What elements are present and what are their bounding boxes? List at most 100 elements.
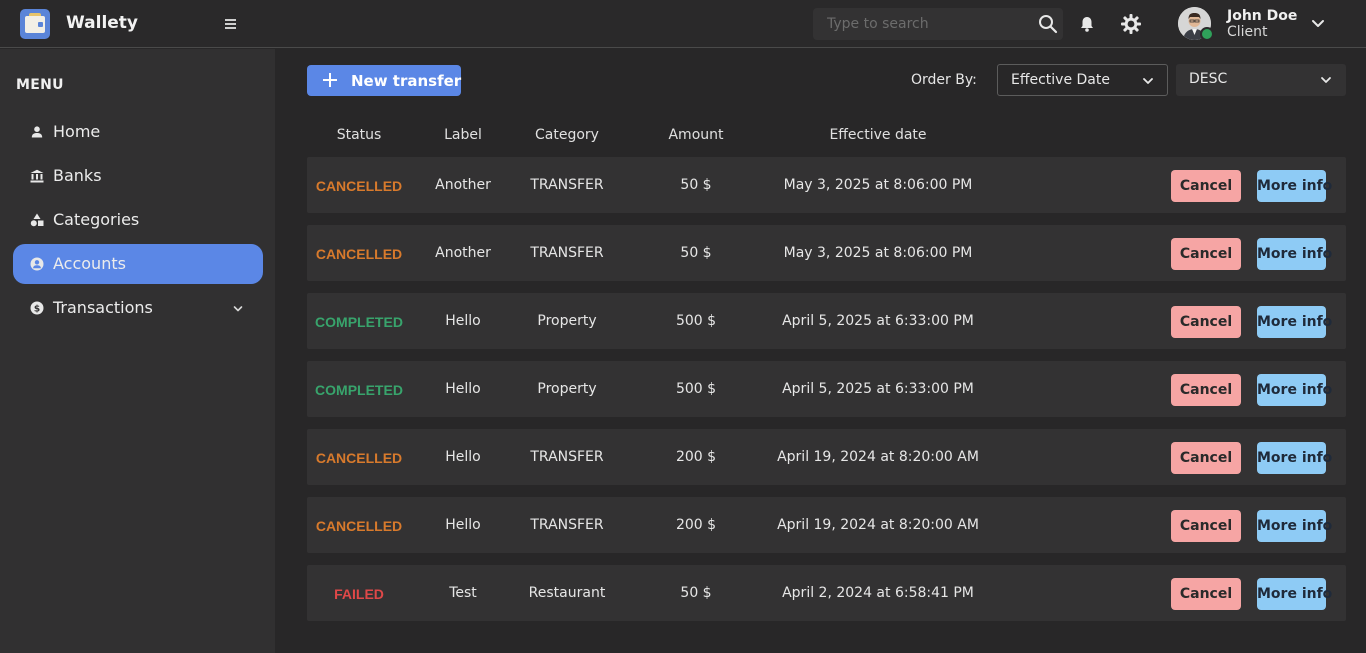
order-by-select[interactable]: Effective Date xyxy=(997,64,1168,96)
more-info-button[interactable]: More info xyxy=(1257,578,1332,610)
order-by-value: Effective Date xyxy=(1011,72,1110,88)
status-badge: FAILED xyxy=(334,586,384,602)
sidebar-item-transactions[interactable]: $ Transactions xyxy=(13,288,263,328)
more-info-button[interactable]: More info xyxy=(1257,442,1332,474)
user-menu[interactable]: John Doe Client xyxy=(1178,7,1338,43)
transaction-category: TRANSFER xyxy=(530,517,604,533)
status-badge: COMPLETED xyxy=(315,314,403,330)
top-bar: Wallety Type to search John Doe Client xyxy=(0,0,1366,48)
transaction-date: April 19, 2024 at 8:20:00 AM xyxy=(777,517,979,533)
order-by-label: Order By: xyxy=(911,72,977,88)
transaction-category: Property xyxy=(537,381,597,397)
more-info-button[interactable]: More info xyxy=(1257,306,1332,338)
bell-icon[interactable] xyxy=(1078,15,1096,33)
column-header-status[interactable]: Status xyxy=(309,127,409,143)
sidebar: MENU Home Banks Categories Accounts $ Tr… xyxy=(0,49,275,653)
table-row: CANCELLED Another TRANSFER 50 $ May 3, 2025 … xyxy=(307,225,1346,281)
wallet-logo-icon[interactable] xyxy=(20,9,50,39)
chevron-down-icon[interactable] xyxy=(1310,16,1326,32)
transaction-label: Hello xyxy=(445,449,481,465)
cancel-button-label: Cancel xyxy=(1179,518,1233,534)
person-icon xyxy=(31,126,43,138)
gear-icon[interactable] xyxy=(1120,13,1142,35)
sidebar-item-home[interactable]: Home xyxy=(13,112,263,152)
cancel-button[interactable]: Cancel xyxy=(1171,306,1241,338)
search-icon[interactable] xyxy=(1038,14,1058,34)
more-info-button[interactable]: More info xyxy=(1257,510,1332,542)
column-header-category[interactable]: Category xyxy=(517,127,617,143)
hamburger-menu-icon[interactable] xyxy=(222,17,238,31)
cancel-button[interactable]: Cancel xyxy=(1171,374,1241,406)
transaction-label: Hello xyxy=(445,517,481,533)
user-circle-icon xyxy=(30,257,44,271)
status-badge: CANCELLED xyxy=(315,246,403,262)
transaction-category: TRANSFER xyxy=(530,449,604,465)
transaction-amount: 500 $ xyxy=(675,313,717,329)
cancel-button-label: Cancel xyxy=(1179,314,1233,330)
more-info-button-label: More info xyxy=(1257,178,1333,194)
transaction-date: May 3, 2025 at 8:06:00 PM xyxy=(783,177,973,193)
transaction-date: May 3, 2025 at 8:06:00 PM xyxy=(783,245,973,261)
transaction-label: Another xyxy=(435,245,491,261)
transaction-date: April 5, 2025 at 6:33:00 PM xyxy=(782,381,974,397)
transaction-date: April 19, 2024 at 8:20:00 AM xyxy=(777,449,979,465)
sidebar-item-label: Banks xyxy=(53,166,102,185)
cancel-button-label: Cancel xyxy=(1179,450,1233,466)
transaction-category: TRANSFER xyxy=(530,245,604,261)
column-header-amount[interactable]: Amount xyxy=(646,127,746,143)
table-row: COMPLETED Hello Property 500 $ April 5, 2025… xyxy=(307,361,1346,417)
transaction-label: Another xyxy=(435,177,491,193)
more-info-button[interactable]: More info xyxy=(1257,238,1332,270)
table-row: COMPLETED Hello Property 500 $ April 5, 2025… xyxy=(307,293,1346,349)
cancel-button-label: Cancel xyxy=(1179,382,1233,398)
transaction-amount: 50 $ xyxy=(680,585,712,601)
search-input[interactable] xyxy=(813,8,1033,40)
status-badge: CANCELLED xyxy=(315,518,403,534)
more-info-button-label: More info xyxy=(1257,518,1333,534)
plus-icon xyxy=(323,73,337,87)
transaction-label: Hello xyxy=(445,313,481,329)
status-badge: CANCELLED xyxy=(315,178,403,194)
column-header-effective-date[interactable]: Effective date xyxy=(778,127,978,143)
online-status-dot xyxy=(1200,27,1214,41)
more-info-button-label: More info xyxy=(1257,382,1333,398)
more-info-button[interactable]: More info xyxy=(1257,374,1332,406)
cancel-button[interactable]: Cancel xyxy=(1171,578,1241,610)
cancel-button-label: Cancel xyxy=(1179,178,1233,194)
search-bar xyxy=(813,8,1063,40)
transaction-amount: 50 $ xyxy=(680,177,712,193)
app-title: Wallety xyxy=(66,13,139,33)
new-transfer-label: New transfer xyxy=(351,72,462,90)
cancel-button[interactable]: Cancel xyxy=(1171,442,1241,474)
more-info-button[interactable]: More info xyxy=(1257,170,1332,202)
status-badge: COMPLETED xyxy=(315,382,403,398)
transaction-label: Test xyxy=(449,585,477,601)
sidebar-item-label: Home xyxy=(53,122,101,141)
transaction-label: Hello xyxy=(445,381,481,397)
dollar-circle-icon: $ xyxy=(30,301,44,315)
table-row: CANCELLED Hello TRANSFER 200 $ April 19, 202… xyxy=(307,497,1346,553)
bank-icon xyxy=(30,169,44,183)
table-row: FAILED Test Restaurant 50 $ April 2, 2024 at… xyxy=(307,565,1346,621)
table-row: CANCELLED Hello TRANSFER 200 $ April 19, 202… xyxy=(307,429,1346,485)
more-info-button-label: More info xyxy=(1257,246,1333,262)
chevron-down-icon[interactable] xyxy=(231,302,245,316)
cancel-button[interactable]: Cancel xyxy=(1171,170,1241,202)
cancel-button[interactable]: Cancel xyxy=(1171,510,1241,542)
status-badge: CANCELLED xyxy=(315,450,403,466)
transaction-amount: 200 $ xyxy=(675,517,717,533)
new-transfer-button[interactable]: New transfer xyxy=(307,65,461,96)
column-header-label[interactable]: Label xyxy=(413,127,513,143)
sidebar-item-categories[interactable]: Categories xyxy=(13,200,263,240)
transaction-category: Restaurant xyxy=(528,585,606,601)
user-role: Client xyxy=(1227,24,1268,40)
cancel-button[interactable]: Cancel xyxy=(1171,238,1241,270)
order-direction-value: DESC xyxy=(1189,71,1228,87)
sidebar-item-accounts[interactable]: Accounts xyxy=(13,244,263,284)
order-direction-select[interactable]: DESC xyxy=(1176,64,1346,96)
transaction-date: April 5, 2025 at 6:33:00 PM xyxy=(782,313,974,329)
sidebar-item-label: Accounts xyxy=(53,254,126,273)
sidebar-item-banks[interactable]: Banks xyxy=(13,156,263,196)
more-info-button-label: More info xyxy=(1257,314,1333,330)
shapes-icon xyxy=(30,213,44,227)
